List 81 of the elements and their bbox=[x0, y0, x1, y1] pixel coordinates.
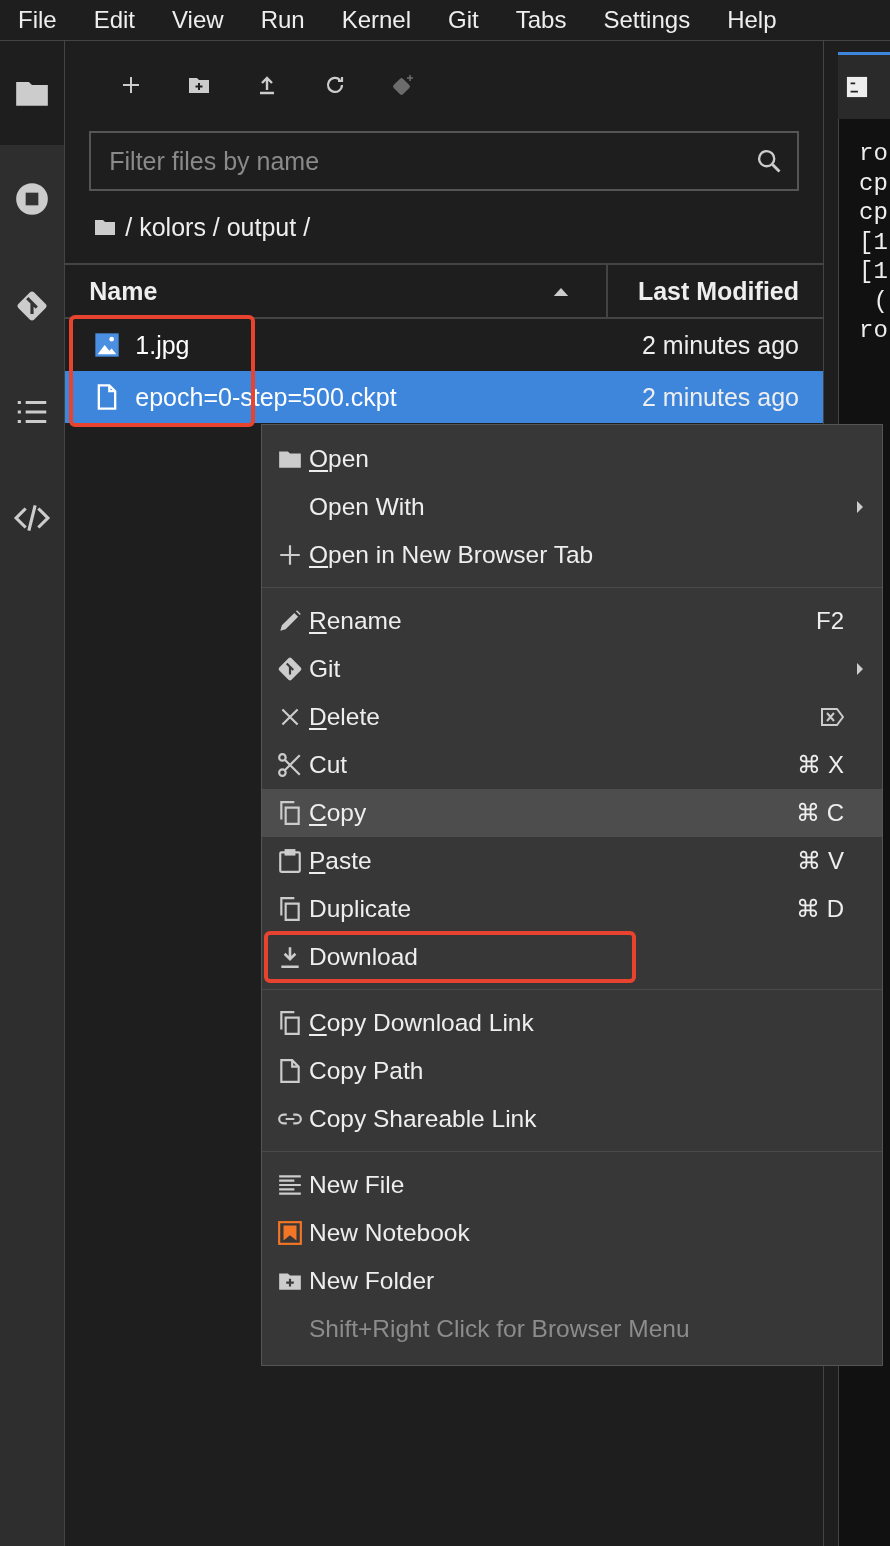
menu-item-label: Open in New Browser Tab bbox=[309, 541, 595, 569]
git-plus-icon bbox=[391, 73, 416, 97]
menu-item-label: Paste bbox=[309, 847, 373, 875]
shortcut-label: ⌘ V bbox=[797, 847, 844, 875]
filter-field[interactable]: Filter files by name bbox=[89, 131, 799, 191]
menu-item-label: Duplicate bbox=[309, 895, 413, 923]
menu-bar-item[interactable]: Help bbox=[727, 6, 777, 34]
context-menu-item[interactable]: New Notebook bbox=[262, 1209, 882, 1257]
file-name: 1.jpg bbox=[135, 330, 191, 360]
menu-item-label: Delete bbox=[309, 703, 381, 731]
context-menu-item[interactable]: Copy Shareable Link bbox=[262, 1095, 882, 1143]
context-menu-item[interactable]: Open bbox=[262, 435, 882, 483]
shortcut-label: ⌘ X bbox=[797, 751, 844, 779]
search-icon bbox=[755, 147, 783, 175]
sidebar-tab[interactable] bbox=[0, 41, 65, 145]
menu-bar-item[interactable]: Git bbox=[448, 6, 479, 34]
context-menu-item[interactable]: Git bbox=[262, 645, 882, 693]
menu-bar-item[interactable]: Kernel bbox=[341, 6, 412, 34]
menu-bar-item[interactable]: File bbox=[18, 6, 57, 34]
sort-ascending-icon bbox=[551, 285, 570, 297]
menu-bar-item[interactable]: Edit bbox=[93, 6, 136, 34]
context-menu-item[interactable]: New File bbox=[262, 1161, 882, 1209]
menu-item-label: Open With bbox=[309, 493, 426, 521]
terminal-line: cp bbox=[859, 168, 889, 198]
copy-icon bbox=[277, 896, 303, 922]
file-icon bbox=[277, 1058, 303, 1084]
context-menu-item[interactable]: Open in New Browser Tab bbox=[262, 531, 882, 579]
terminal-line: ro bbox=[859, 139, 889, 169]
context-menu-item[interactable]: New Folder bbox=[262, 1257, 882, 1305]
context-menu-item[interactable]: Copy ⌘ C bbox=[262, 789, 882, 837]
menu-bar-item[interactable]: View bbox=[172, 6, 224, 34]
context-menu-item[interactable]: Copy Download Link bbox=[262, 999, 882, 1047]
terminal-icon bbox=[846, 76, 868, 98]
clipboard-icon bbox=[277, 848, 303, 874]
copy-icon bbox=[277, 1010, 303, 1036]
pencil-icon bbox=[277, 608, 303, 634]
notebook-icon bbox=[277, 1220, 303, 1246]
context-menu-item[interactable]: Rename F2 bbox=[262, 597, 882, 645]
menu-bar-item[interactable]: Tabs bbox=[515, 6, 567, 34]
image-file-icon bbox=[93, 331, 122, 359]
menu-item-label: Git bbox=[309, 655, 342, 683]
menu-item-label: Download bbox=[309, 943, 419, 971]
shortcut-label: ⌘ D bbox=[796, 895, 844, 923]
copy-icon bbox=[277, 800, 303, 826]
file-row[interactable]: 1.jpg 2 minutes ago bbox=[65, 319, 823, 371]
menu-item-label: Copy bbox=[309, 799, 368, 827]
modified-time: 2 minutes ago bbox=[641, 330, 799, 360]
shortcut-label: F2 bbox=[816, 607, 844, 635]
plus-icon bbox=[277, 542, 303, 568]
context-menu-item[interactable]: Download bbox=[262, 933, 882, 981]
menu-item-label: New Notebook bbox=[309, 1219, 471, 1247]
menu-item-label: Cut bbox=[309, 751, 349, 779]
context-menu-item[interactable]: Delete bbox=[262, 693, 882, 741]
menu-bar-item[interactable]: Settings bbox=[603, 6, 691, 34]
delete-key-icon bbox=[820, 707, 844, 727]
menu-item-label: Copy Path bbox=[309, 1057, 425, 1085]
terminal-line: cp bbox=[859, 198, 889, 228]
shortcut-label: ⌘ C bbox=[796, 799, 844, 827]
context-menu-item[interactable]: Open With bbox=[262, 483, 882, 531]
name-column-header[interactable]: Name bbox=[65, 276, 552, 306]
terminal-line: ( bbox=[872, 286, 889, 316]
context-menu-item[interactable]: Copy Path bbox=[262, 1047, 882, 1095]
breadcrumb-path[interactable]: / kolors / output / bbox=[125, 212, 311, 242]
modified-time: 2 minutes ago bbox=[641, 382, 799, 412]
scissors-icon bbox=[277, 752, 303, 778]
menu-item-label: New Folder bbox=[309, 1267, 436, 1295]
terminal-line: [1 bbox=[859, 227, 889, 257]
menu-item-label: New File bbox=[309, 1171, 406, 1199]
menu-item-label: Copy Shareable Link bbox=[309, 1105, 538, 1133]
context-menu-item[interactable]: Paste ⌘ V bbox=[262, 837, 882, 885]
menu-bar-item[interactable]: Run bbox=[260, 6, 305, 34]
context-menu-item[interactable]: Duplicate ⌘ D bbox=[262, 885, 882, 933]
terminal-line: ro bbox=[859, 316, 889, 346]
menu-item-label: Rename bbox=[309, 607, 403, 635]
text-lines-icon bbox=[277, 1172, 303, 1198]
terminal-line: [1 bbox=[859, 257, 889, 287]
context-menu-item[interactable]: Cut ⌘ X bbox=[262, 741, 882, 789]
menu-item-label: Open bbox=[309, 445, 370, 473]
terminal-tab[interactable] bbox=[838, 52, 890, 119]
menu-item-label: Shift+Right Click for Browser Menu bbox=[309, 1315, 691, 1343]
menu-item-label: Copy Download Link bbox=[309, 1009, 535, 1037]
